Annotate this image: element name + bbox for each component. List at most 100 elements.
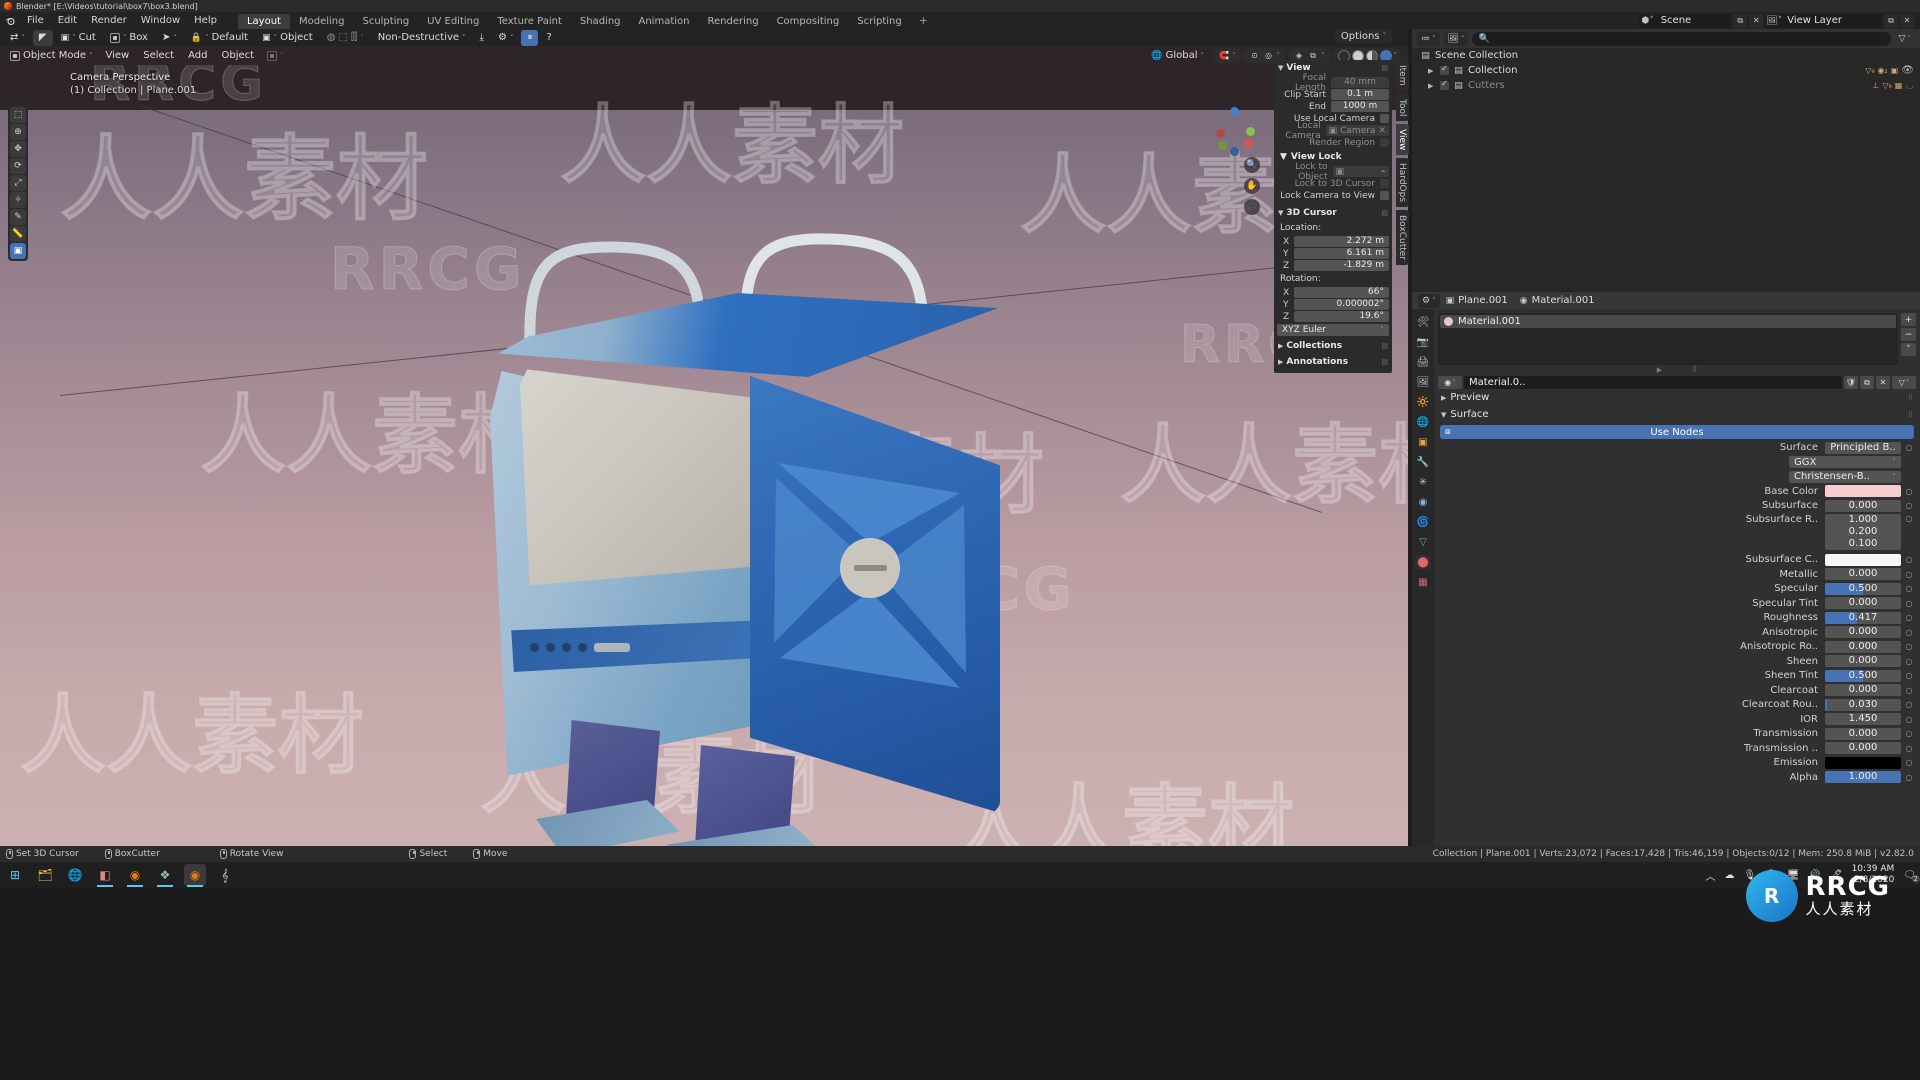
viewport-menu-add[interactable]: Add	[181, 48, 214, 64]
animate-property-dot[interactable]: ○	[1904, 514, 1914, 523]
surface-row[interactable]: GGX ˅	[1440, 456, 1914, 469]
properties-tab-world[interactable]: 🌐	[1415, 415, 1431, 429]
animate-property-dot[interactable]: ○	[1904, 443, 1914, 452]
animate-property-dot[interactable]: ○	[1904, 700, 1914, 709]
surface-value-field[interactable]: 0.000	[1825, 727, 1901, 740]
surface-row[interactable]: Christensen-B.. ˅	[1440, 470, 1914, 483]
scene-selector[interactable]: ⬢˅ Scene	[1638, 13, 1732, 28]
tab-layout[interactable]: Layout	[237, 14, 290, 29]
animate-property-dot[interactable]: ○	[1904, 501, 1914, 510]
surface-enum-select[interactable]: GGX ˅	[1789, 456, 1901, 468]
surface-value-field[interactable]: 0.500	[1825, 582, 1901, 595]
breadcrumb-material[interactable]: Material.001	[1532, 295, 1595, 306]
animate-property-dot[interactable]: ○	[1904, 613, 1914, 622]
app-icon[interactable]: ◧	[94, 864, 116, 887]
pivot-icon[interactable]: ⊙	[1249, 50, 1261, 62]
npanel-tab-view[interactable]: View	[1396, 123, 1409, 156]
surface-row[interactable]: Transmission .. 0.000 ○	[1440, 742, 1914, 755]
surface-row[interactable]: Sheen 0.000 ○	[1440, 655, 1914, 668]
tool-annotate-icon[interactable]: ✎	[10, 209, 26, 225]
surface-value-field[interactable]: 1.450	[1825, 713, 1901, 725]
start-icon[interactable]: ⊞	[4, 864, 26, 886]
outliner-row-collection[interactable]: ▶ ▤ Collection ▽₉ ◉₂ ▣ 👁	[1412, 63, 1920, 78]
gizmo-axis-y[interactable]	[1246, 127, 1255, 136]
surface-color-swatch[interactable]	[1825, 485, 1901, 497]
cursor-rot-z-value[interactable]: 19.6°	[1294, 311, 1389, 322]
animate-property-dot[interactable]: ○	[1904, 686, 1914, 695]
bc-settings-icon[interactable]: ⚙ ˅	[492, 30, 519, 46]
surface-row[interactable]: Surface Principled B.. ○	[1440, 441, 1914, 454]
lock-to-3d-cursor-row[interactable]: Lock to 3D Cursor	[1277, 178, 1389, 189]
surface-value-field[interactable]: 0.000	[1825, 568, 1901, 580]
blender-icon[interactable]: ◉	[124, 864, 146, 887]
menu-window[interactable]: Window	[134, 12, 187, 29]
magnet-icon[interactable]: 🧲	[1218, 50, 1230, 62]
material-slot-specials-button[interactable]: ˅	[1901, 343, 1916, 356]
gizmo-axis-negy[interactable]	[1218, 141, 1227, 150]
chevron-right-icon[interactable]: ▶	[1428, 82, 1436, 90]
cutters-checkbox[interactable]	[1440, 79, 1449, 90]
surface-value-field[interactable]: 0.500	[1825, 669, 1901, 682]
focal-length-row[interactable]: Focal Length 40 mm	[1277, 73, 1389, 93]
bc-download-icon[interactable]: ⤓	[474, 30, 490, 46]
surface-row[interactable]: Anisotropic Ro.. 0.000 ○	[1440, 640, 1914, 653]
viewport-menu-select[interactable]: Select	[136, 48, 181, 64]
npanel-tab-item[interactable]: Item	[1396, 60, 1409, 91]
eyedropper-icon[interactable]: ⌁	[1381, 167, 1386, 177]
properties-tab-render[interactable]: 📷	[1415, 335, 1431, 349]
surface-value-field[interactable]: 0.000	[1825, 640, 1901, 653]
tool-scale-icon[interactable]: ⤢	[10, 175, 26, 191]
spiral-icon[interactable]: 𝄞	[214, 864, 236, 886]
lock-to-3d-cursor-checkbox[interactable]	[1380, 179, 1389, 188]
render-region-checkbox[interactable]	[1380, 138, 1389, 147]
fake-user-button[interactable]: 🛡	[1844, 376, 1858, 389]
use-local-camera-checkbox[interactable]	[1380, 114, 1389, 123]
animate-property-dot[interactable]: ○	[1904, 671, 1914, 680]
bc-mode-lock-button[interactable]: 🔒 ˅ Default	[185, 30, 254, 46]
outliner-filter-toggle[interactable]: 🖼 ˅	[1443, 31, 1469, 46]
surface-color-swatch[interactable]	[1825, 553, 1901, 566]
surface-row[interactable]: Metallic 0.000 ○	[1440, 568, 1914, 581]
eye-closed-icon[interactable]: ◡	[1905, 80, 1914, 91]
surface-vector-component[interactable]: 0.100	[1825, 538, 1901, 550]
clear-camera-icon[interactable]: ✕	[1378, 126, 1386, 136]
properties-tab-physics[interactable]: ◉	[1415, 495, 1431, 509]
breadcrumb-object[interactable]: Plane.001	[1458, 295, 1508, 306]
surface-enum-select[interactable]: Christensen-B.. ˅	[1789, 470, 1901, 483]
bc-extra-icons[interactable]: ◍ ⬚ ⫿⫿ ˅	[321, 30, 370, 46]
euler-mode-selector[interactable]: XYZ Euler ˅	[1277, 324, 1389, 336]
surface-row[interactable]: Subsurface C.. ○	[1440, 553, 1914, 566]
blender-logo-icon[interactable]	[0, 12, 20, 29]
animate-property-dot[interactable]: ○	[1904, 555, 1914, 564]
animate-property-dot[interactable]: ○	[1904, 744, 1914, 753]
properties-tab-material[interactable]: ⬤	[1415, 555, 1431, 569]
lock-to-object-row[interactable]: Lock to Object ▣ ⌁	[1277, 162, 1389, 182]
bc-target-button[interactable]: ▣ ˅ Object	[256, 30, 319, 46]
use-nodes-button[interactable]: ⧈ Use Nodes	[1440, 425, 1914, 439]
surface-row[interactable]: Sheen Tint 0.500 ○	[1440, 669, 1914, 682]
tab-scripting[interactable]: Scripting	[848, 14, 910, 29]
properties-tab-viewlayer[interactable]: 🖼	[1415, 375, 1431, 389]
tab-sculpting[interactable]: Sculpting	[353, 14, 418, 29]
gizmo-axis-z[interactable]	[1230, 107, 1239, 116]
tab-texture-paint[interactable]: Texture Paint	[488, 14, 571, 29]
animate-property-dot[interactable]: ○	[1904, 628, 1914, 637]
surface-row[interactable]: Alpha 1.000 ○	[1440, 771, 1914, 784]
annotations-section-header[interactable]: ▶ Annotations ▤	[1274, 354, 1392, 370]
surface-color-swatch[interactable]	[1825, 756, 1901, 769]
outliner-filter-icon-btn[interactable]: ▽ ˅	[1895, 32, 1915, 46]
bc-cursor-icon[interactable]: ◤	[32, 29, 53, 46]
new-material-button[interactable]: ⧉	[1860, 376, 1874, 389]
properties-tab-data[interactable]: ▽	[1415, 535, 1431, 549]
navigation-gizmo[interactable]	[1212, 107, 1258, 156]
zoom-icon[interactable]: 🔍	[1244, 157, 1260, 173]
surface-value-field[interactable]: 0.000	[1825, 684, 1901, 696]
animate-property-dot[interactable]: ○	[1904, 758, 1914, 767]
animate-property-dot[interactable]: ○	[1904, 729, 1914, 738]
properties-tab-object[interactable]: ▣	[1415, 435, 1431, 449]
animate-property-dot[interactable]: ○	[1904, 657, 1914, 666]
remove-viewlayer-button[interactable]: ✕	[1900, 13, 1914, 28]
viewport-menu-view[interactable]: View	[99, 48, 137, 64]
gizmo-axis-x[interactable]	[1244, 139, 1253, 148]
local-camera-field[interactable]: ▣ Camera ✕	[1325, 125, 1389, 136]
